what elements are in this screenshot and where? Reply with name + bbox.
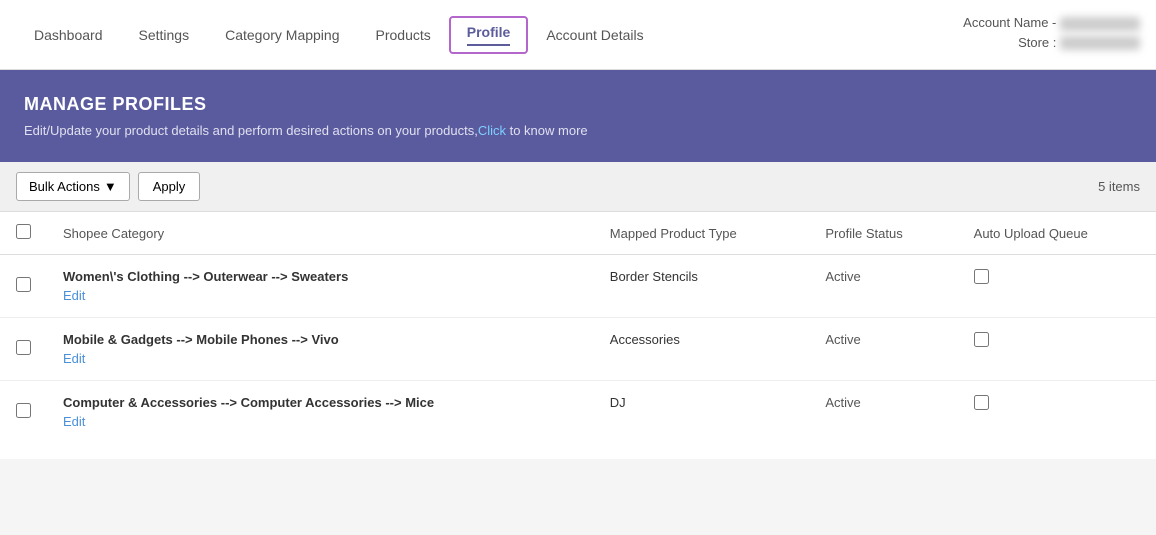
header-shopee-category: Shopee Category — [47, 212, 594, 255]
row3-checkbox[interactable] — [16, 403, 31, 418]
account-name-value — [1060, 17, 1140, 31]
profiles-table: Shopee Category Mapped Product Type Prof… — [0, 212, 1156, 443]
row1-edit-link[interactable]: Edit — [63, 288, 85, 303]
row2-auto-upload-checkbox[interactable] — [974, 332, 989, 347]
banner-description: Edit/Update your product details and per… — [24, 123, 1132, 138]
account-name-label: Account Name - — [963, 15, 1056, 30]
row2-checkbox[interactable] — [16, 340, 31, 355]
chevron-down-icon: ▼ — [104, 179, 117, 194]
profiles-table-container: Shopee Category Mapped Product Type Prof… — [0, 212, 1156, 459]
table-row: Women\'s Clothing --> Outerwear --> Swea… — [0, 255, 1156, 318]
row2-mapped-type: Accessories — [594, 318, 810, 381]
toolbar-left: Bulk Actions ▼ Apply — [16, 172, 200, 201]
nav-dashboard[interactable]: Dashboard — [16, 19, 121, 51]
row3-category-cell: Computer & Accessories --> Computer Acce… — [47, 381, 594, 444]
row3-auto-upload — [958, 381, 1156, 444]
row1-category-name: Women\'s Clothing --> Outerwear --> Swea… — [63, 269, 578, 284]
banner-title: MANAGE PROFILES — [24, 94, 1132, 115]
row3-auto-upload-checkbox[interactable] — [974, 395, 989, 410]
row1-status: Active — [809, 255, 957, 318]
row3-edit-link[interactable]: Edit — [63, 414, 85, 429]
store-label: Store : — [1018, 35, 1056, 50]
account-info: Account Name - Store : — [963, 15, 1140, 54]
row1-auto-upload — [958, 255, 1156, 318]
header-checkbox-col — [0, 212, 47, 255]
items-count: 5 items — [1098, 179, 1140, 194]
manage-profiles-banner: MANAGE PROFILES Edit/Update your product… — [0, 70, 1156, 162]
header-profile-status: Profile Status — [809, 212, 957, 255]
toolbar: Bulk Actions ▼ Apply 5 items — [0, 162, 1156, 212]
top-navigation: Dashboard Settings Category Mapping Prod… — [0, 0, 1156, 70]
row1-mapped-type: Border Stencils — [594, 255, 810, 318]
header-auto-upload-queue: Auto Upload Queue — [958, 212, 1156, 255]
nav-account-details[interactable]: Account Details — [528, 19, 661, 51]
store-value — [1060, 36, 1140, 50]
nav-settings[interactable]: Settings — [121, 19, 208, 51]
row2-edit-link[interactable]: Edit — [63, 351, 85, 366]
table-header-row: Shopee Category Mapped Product Type Prof… — [0, 212, 1156, 255]
nav-profile[interactable]: Profile — [449, 16, 529, 54]
row3-mapped-type: DJ — [594, 381, 810, 444]
row2-auto-upload — [958, 318, 1156, 381]
apply-button[interactable]: Apply — [138, 172, 201, 201]
row2-category-name: Mobile & Gadgets --> Mobile Phones --> V… — [63, 332, 578, 347]
row3-checkbox-cell — [0, 381, 47, 444]
row2-category-cell: Mobile & Gadgets --> Mobile Phones --> V… — [47, 318, 594, 381]
table-row: Mobile & Gadgets --> Mobile Phones --> V… — [0, 318, 1156, 381]
nav-category-mapping[interactable]: Category Mapping — [207, 19, 357, 51]
row3-category-name: Computer & Accessories --> Computer Acce… — [63, 395, 578, 410]
row2-checkbox-cell — [0, 318, 47, 381]
row1-checkbox-cell — [0, 255, 47, 318]
select-all-checkbox[interactable] — [16, 224, 31, 239]
nav-items: Dashboard Settings Category Mapping Prod… — [16, 16, 963, 54]
bulk-actions-button[interactable]: Bulk Actions ▼ — [16, 172, 130, 201]
row3-status: Active — [809, 381, 957, 444]
row1-category-cell: Women\'s Clothing --> Outerwear --> Swea… — [47, 255, 594, 318]
banner-click-link[interactable]: Click — [478, 123, 506, 138]
row1-checkbox[interactable] — [16, 277, 31, 292]
table-row: Computer & Accessories --> Computer Acce… — [0, 381, 1156, 444]
row2-status: Active — [809, 318, 957, 381]
row1-auto-upload-checkbox[interactable] — [974, 269, 989, 284]
header-mapped-product-type: Mapped Product Type — [594, 212, 810, 255]
nav-products[interactable]: Products — [358, 19, 449, 51]
